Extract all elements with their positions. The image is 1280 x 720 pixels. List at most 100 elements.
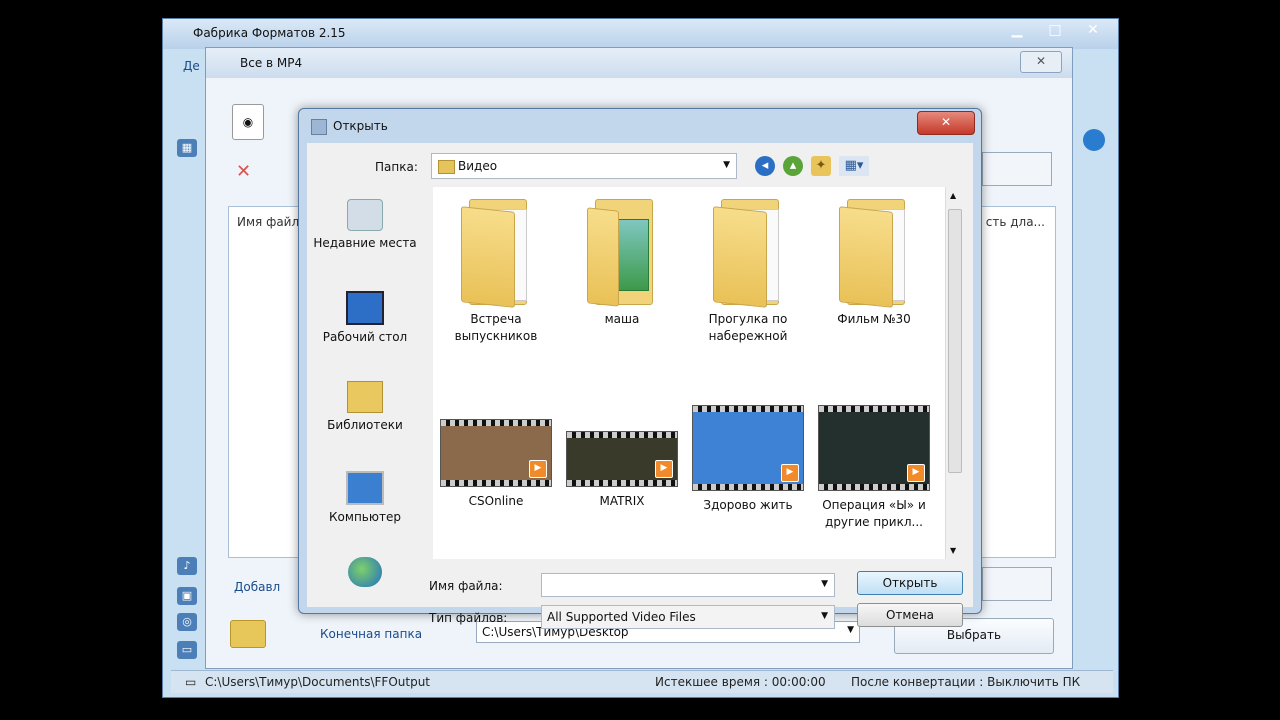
filetype-select[interactable]: All Supported Video Files ▼ [541,605,835,629]
place-network[interactable] [313,557,417,587]
folder-item[interactable]: Фильм №30 [811,195,937,328]
maximize-icon[interactable]: □ [1036,19,1074,41]
item-label: Операция «Ы» и другие прикл... [822,498,926,529]
filetype-value: All Supported Video Files [547,610,696,624]
network-icon [348,557,382,587]
chevron-down-icon: ▼ [821,611,828,621]
item-label: маша [604,312,640,326]
column-header-duration[interactable]: сть дла... [986,215,1045,229]
start-button[interactable] [982,567,1052,601]
output-folder-icon[interactable] [230,620,266,648]
mp4-icon: ◉ [232,104,264,140]
scroll-up-icon[interactable]: ▲ [950,191,956,200]
play-icon: ▶ [655,460,673,478]
cancel-button[interactable]: Отмена [857,603,963,627]
video-thumbnail: ▶ [440,419,552,487]
place-label: Компьютер [329,510,401,524]
folder-value: Видео [458,159,498,173]
chevron-down-icon: ▼ [847,625,854,635]
item-label: Встреча выпускников [454,312,538,343]
file-view[interactable]: Встреча выпускников маша Прогулка по наб… [433,187,963,559]
view-menu-icon[interactable]: ▦▾ [839,156,869,176]
rom-category-icon[interactable]: ◎ [177,613,197,631]
open-dialog: Открыть ✕ Папка: Видео ▼ ◂ ▴ ✦ ▦▾ Недавн… [298,108,982,629]
recent-places-icon [347,199,383,231]
after-conversion[interactable]: После конвертации : Выключить ПК [851,675,1080,689]
vertical-scrollbar[interactable]: ▲ ▼ [945,187,963,559]
video-category-icon[interactable]: ▦ [177,139,197,157]
place-label: Рабочий стол [322,330,408,344]
place-label: Недавние места [313,236,417,250]
folder-item[interactable]: Прогулка по набережной [685,195,811,345]
dialog-app-icon [311,119,327,135]
dialog-body: Папка: Видео ▼ ◂ ▴ ✦ ▦▾ Недавние места Р… [307,143,973,629]
libraries-icon [347,381,383,413]
play-icon: ▶ [781,464,799,482]
add-checkbox-label[interactable]: Добавл [234,580,280,594]
audio-category-icon[interactable]: ♪ [177,557,197,575]
play-icon: ▶ [907,464,925,482]
video-item[interactable]: ▶ MATRIX [559,415,685,510]
folder-item[interactable]: Встреча выпускников [433,195,559,345]
filename-label: Имя файла: [429,579,503,593]
main-menu-item[interactable]: Де [183,59,200,73]
video-thumbnail: ▶ [566,431,678,487]
item-label: CSOnline [468,494,524,508]
convert-window-title: Все в MP4 [240,56,303,70]
convert-title-bar: Все в MP4 ✕ [206,48,1072,78]
place-libraries[interactable]: Библиотеки [313,381,417,433]
item-label: Фильм №30 [837,312,911,326]
left-toolbar: ▦ ♪ ▣ ◎ ▭ [177,91,207,691]
place-computer[interactable]: Компьютер [313,471,417,525]
place-label: Библиотеки [327,418,403,432]
dialog-title-bar: Открыть ✕ [299,109,981,143]
minimize-icon[interactable]: ▁ [998,19,1036,41]
back-icon[interactable]: ◂ [755,156,775,176]
open-button[interactable]: Открыть [857,571,963,595]
folder-item[interactable]: маша [559,195,685,328]
video-item[interactable]: ▶ Здорово жить [685,405,811,514]
item-label: Здорово жить [703,498,793,512]
places-bar: Недавние места Рабочий стол Библиотеки К… [313,187,419,603]
filetype-label: Тип файлов: [429,611,508,625]
tools-category-icon[interactable]: ▭ [177,641,197,659]
video-item[interactable]: ▶ Операция «Ы» и другие прикл... [811,405,937,531]
folder-icon [713,195,783,308]
place-desktop[interactable]: Рабочий стол [313,291,417,345]
scroll-down-icon[interactable]: ▼ [950,546,956,555]
main-window-title: Фабрика Форматов 2.15 [193,26,346,40]
convert-close-icon[interactable]: ✕ [1020,51,1062,73]
dialog-close-icon[interactable]: ✕ [917,111,975,135]
remove-icon[interactable]: ✕ [236,161,251,182]
chevron-down-icon: ▼ [723,160,730,170]
up-folder-icon[interactable]: ▴ [783,156,803,176]
destination-label: Конечная папка [320,627,423,641]
output-path: C:\Users\Тимур\Documents\FFOutput [205,675,431,689]
computer-icon [346,471,384,505]
folder-icon [461,195,531,308]
video-thumbnail: ▶ [692,405,804,491]
close-icon[interactable]: ✕ [1074,19,1112,41]
place-recent[interactable]: Недавние места [313,199,417,251]
image-category-icon[interactable]: ▣ [177,587,197,605]
video-item[interactable]: ▶ CSOnline [433,415,559,510]
status-bar: ▭ C:\Users\Тимур\Documents\FFOutput Исте… [171,670,1113,693]
filename-input[interactable]: ▼ [541,573,835,597]
item-label: MATRIX [599,494,645,508]
new-folder-icon[interactable]: ✦ [811,156,831,176]
folder-icon: ▭ [185,675,197,689]
video-thumbnail: ▶ [818,405,930,491]
desktop-icon [346,291,384,325]
output-settings-button[interactable] [982,152,1052,186]
scrollbar-thumb[interactable] [948,209,962,473]
folder-icon [587,195,657,307]
main-title-bar: Фабрика Форматов 2.15 ▁ □ ✕ [163,19,1118,49]
item-label: Прогулка по набережной [708,312,788,343]
folder-label: Папка: [375,160,418,174]
folder-select[interactable]: Видео ▼ [431,153,737,179]
play-icon: ▶ [529,460,547,478]
folder-icon [839,195,909,308]
globe-icon [1083,129,1107,189]
column-header-filename[interactable]: Имя файл [237,215,299,229]
elapsed-time: Истекшее время : 00:00:00 [655,675,826,689]
